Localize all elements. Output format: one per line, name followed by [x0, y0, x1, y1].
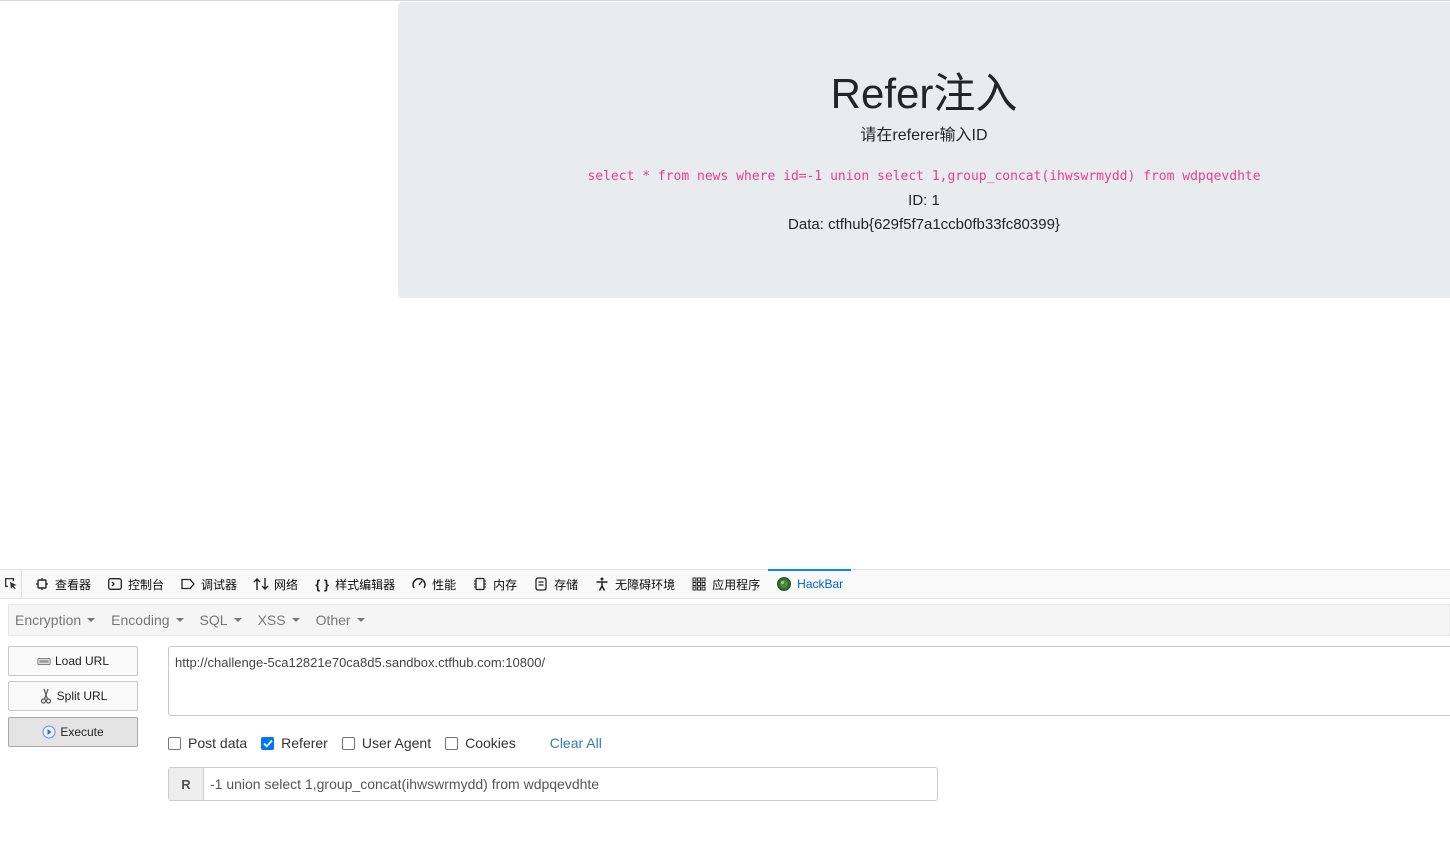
application-icon	[691, 576, 707, 592]
tab-hackbar[interactable]: HackBar	[768, 569, 852, 598]
request-options: Post data Referer User Agent Cookies Cle…	[168, 733, 602, 753]
button-label: Execute	[60, 725, 104, 739]
menu-label: SQL	[199, 612, 228, 628]
menu-label: Encryption	[15, 612, 82, 628]
referer-input[interactable]: -1 union select 1,group_concat(ihwswrmyd…	[204, 768, 937, 800]
caret-down-icon	[291, 618, 300, 622]
menu-other[interactable]: Other	[310, 612, 371, 628]
option-label: Cookies	[465, 735, 516, 751]
menu-encoding[interactable]: Encoding	[105, 612, 189, 628]
scissors-icon	[39, 688, 53, 704]
element-picker-icon[interactable]	[0, 570, 22, 598]
tab-storage[interactable]: 存储	[525, 570, 586, 598]
inspector-icon	[34, 576, 50, 592]
tab-label: 无障碍环境	[615, 577, 676, 592]
post-data-option[interactable]: Post data	[168, 735, 247, 751]
menu-encryption[interactable]: Encryption	[9, 612, 101, 628]
cookies-checkbox[interactable]	[445, 736, 459, 750]
option-label: Referer	[281, 735, 328, 751]
memory-icon	[472, 576, 488, 592]
sql-query: select * from news where id=-1 union sel…	[587, 169, 1261, 184]
menu-label: XSS	[257, 612, 286, 628]
tab-performance[interactable]: 性能	[403, 570, 464, 598]
play-icon	[42, 725, 56, 739]
tab-application[interactable]: 应用程序	[683, 570, 768, 598]
option-label: User Agent	[361, 735, 432, 751]
button-label: Load URL	[54, 654, 110, 668]
hackbar-icon	[776, 576, 792, 592]
caret-down-icon	[87, 618, 96, 622]
referer-value: -1 union select 1,group_concat(ihwswrmyd…	[210, 776, 600, 792]
storage-icon	[533, 576, 549, 592]
tab-label: 性能	[432, 577, 457, 592]
console-icon	[107, 576, 123, 592]
tab-label: 存储	[554, 577, 579, 592]
split-url-button[interactable]: Split URL	[8, 681, 138, 711]
user-agent-checkbox[interactable]	[341, 736, 355, 750]
tab-console[interactable]: 控制台	[99, 570, 172, 598]
page-title: Refer注入	[830, 70, 1018, 117]
tab-style-editor[interactable]: { } 样式编辑器	[306, 570, 403, 598]
menu-xss[interactable]: XSS	[252, 612, 306, 628]
result-id: ID: 1	[908, 192, 940, 209]
performance-icon	[411, 576, 427, 592]
tab-label: 样式编辑器	[335, 577, 396, 592]
tab-label: 网络	[274, 577, 299, 592]
tab-network[interactable]: 网络	[245, 570, 306, 598]
option-label: Post data	[188, 735, 248, 751]
jumbotron: Refer注入 请在referer输入ID select * from news…	[398, 2, 1450, 298]
referer-addon: R	[169, 768, 204, 800]
tab-accessibility[interactable]: 无障碍环境	[586, 570, 683, 598]
button-label: Split URL	[56, 689, 108, 703]
url-text: http://challenge-5ca12821e70ca8d5.sandbo…	[175, 655, 546, 670]
caret-down-icon	[233, 618, 242, 622]
tab-label: 内存	[493, 577, 518, 592]
tab-memory[interactable]: 内存	[464, 570, 525, 598]
load-url-icon	[37, 654, 51, 668]
execute-button[interactable]: Execute	[8, 717, 138, 747]
tab-inspector[interactable]: 查看器	[26, 570, 99, 598]
menu-label: Encoding	[111, 612, 170, 628]
cookies-option[interactable]: Cookies	[445, 735, 516, 751]
referer-option[interactable]: Referer	[261, 735, 328, 751]
menu-label: Other	[315, 612, 351, 628]
referer-input-group: R -1 union select 1,group_concat(ihwswrm…	[168, 767, 938, 801]
tab-label: 查看器	[55, 577, 92, 592]
style-editor-icon: { }	[315, 576, 329, 592]
tab-label: 控制台	[128, 577, 165, 592]
devtools-tabbar: 查看器 控制台 调试器 网络 { } 样式编辑器 性能 内存 存储 无障碍环境 …	[0, 569, 1450, 599]
debugger-icon	[180, 576, 196, 592]
page-subtitle: 请在referer输入ID	[860, 127, 988, 144]
post-data-checkbox[interactable]	[168, 736, 181, 750]
hackbar-menu: Encryption Encoding SQL XSS Other	[8, 604, 1450, 636]
network-icon	[253, 576, 269, 592]
result-data: Data: ctfhub{629f5f7a1ccb0fb33fc80399}	[788, 216, 1060, 233]
load-url-button[interactable]: Load URL	[8, 646, 138, 676]
menu-sql[interactable]: SQL	[194, 612, 248, 628]
caret-down-icon	[175, 618, 184, 622]
clear-all-link[interactable]: Clear All	[550, 735, 602, 751]
url-textarea[interactable]: http://challenge-5ca12821e70ca8d5.sandbo…	[168, 646, 1450, 716]
tab-label: 应用程序	[712, 577, 761, 592]
user-agent-option[interactable]: User Agent	[341, 735, 432, 751]
caret-down-icon	[356, 618, 365, 622]
referer-checkbox[interactable]	[261, 736, 275, 750]
tab-debugger[interactable]: 调试器	[172, 570, 245, 598]
tab-label: HackBar	[797, 577, 844, 591]
top-border	[0, 0, 1450, 1]
accessibility-icon	[594, 576, 610, 592]
tab-label: 调试器	[201, 577, 238, 592]
